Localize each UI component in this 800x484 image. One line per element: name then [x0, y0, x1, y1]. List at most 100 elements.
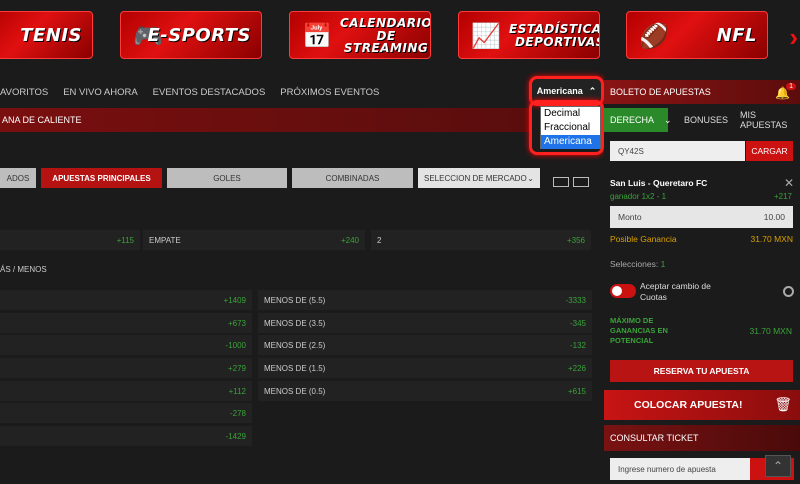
chevron-up-icon: ⌃ [588, 85, 597, 96]
promo-text: ANA DE CALIENTE [2, 115, 82, 125]
nav-item-favoritos[interactable]: AVORITOS [0, 87, 48, 98]
betslip: BOLETO DE APUESTAS 🔔 1 DERECHA ⌄ BONUSES… [604, 78, 800, 484]
streaming-tile[interactable]: 📅 CALENDARIO DE STREAMING [289, 11, 431, 59]
market-row-away[interactable]: 2 +356 [371, 230, 591, 250]
place-bet-button[interactable]: COLOCAR APUESTA! [604, 390, 800, 420]
nav-item-destacados[interactable]: EVENTOS DESTACADOS [153, 87, 266, 98]
nav-item-proximos[interactable]: PRÓXIMOS EVENTOS [280, 87, 379, 98]
ticket-number-input[interactable]: Ingrese numero de apuesta [610, 458, 750, 480]
close-icon[interactable]: ✕ [784, 176, 794, 190]
gain-label: Posible Ganancia [610, 234, 677, 244]
stake-input[interactable]: Monto 10.00 [610, 206, 793, 228]
stake-label: Monto [618, 212, 642, 222]
under-odd: -3333 [565, 295, 586, 305]
draw-label: EMPATE [149, 235, 181, 245]
accept-line-2: Cuotas [640, 292, 667, 302]
reserve-bet-button[interactable]: RESERVA TU APUESTA [610, 360, 793, 382]
table-row[interactable]: -278 [0, 403, 252, 423]
tab-bonuses[interactable]: BONUSES [684, 108, 728, 132]
esports-tile[interactable]: 🎮 E-SPORTS [120, 11, 262, 59]
max-line-3: POTENCIAL [610, 336, 654, 345]
scroll-top-button[interactable]: ⌃ [765, 455, 791, 477]
tab-todos[interactable]: ADOS [0, 168, 36, 188]
two-column-icon[interactable] [573, 177, 589, 187]
under-odd: +226 [567, 363, 586, 373]
odd-home: +115 [116, 235, 134, 245]
totals-title: ÁS / MENOS [0, 265, 47, 274]
selections-number: 1 [660, 259, 666, 269]
market-select[interactable]: SELECCION DE MERCADO ⌄ [418, 168, 540, 188]
table-row[interactable]: +673 [0, 313, 252, 333]
promo-bar[interactable]: ANA DE CALIENTE [0, 108, 530, 132]
match-name: San Luis - Queretaro FC [610, 178, 708, 188]
under-label: MENOS DE (0.5) [264, 386, 326, 396]
football-icon: 🏈 [639, 23, 669, 50]
over-odd: +279 [227, 363, 246, 373]
top-nav: AVORITOS EN VIVO AHORA EVENTOS DESTACADO… [0, 80, 604, 104]
under-odd: +615 [567, 386, 586, 396]
odds-option-americana[interactable]: Americana [541, 135, 600, 149]
under-label: MENOS DE (5.5) [264, 295, 326, 305]
table-row[interactable]: MENOS DE (0.5) +615 [258, 381, 592, 401]
table-row[interactable]: MENOS DE (5.5) -3333 [258, 290, 592, 310]
nav-item-en-vivo[interactable]: EN VIVO AHORA [63, 87, 137, 98]
max-line-1: MÁXIMO DE [610, 316, 654, 325]
info-icon[interactable] [783, 286, 794, 297]
selections-label: Selecciones: [610, 259, 659, 269]
selections-count: Selecciones: 1 [610, 259, 665, 269]
odds-option-decimal[interactable]: Decimal [541, 107, 600, 121]
betslip-header[interactable]: BOLETO DE APUESTAS 🔔 1 [604, 80, 800, 104]
nfl-tile[interactable]: 🏈 NFL [626, 11, 768, 59]
chevron-right-icon[interactable]: › [789, 22, 798, 53]
consult-ticket-header[interactable]: CONSULTAR TICKET [604, 425, 800, 451]
tab-derecha[interactable]: DERECHA ⌄ [604, 108, 672, 132]
selection-odd: +217 [773, 192, 792, 201]
accept-odds-toggle[interactable] [610, 284, 636, 298]
market-row-home[interactable]: +115 [0, 230, 140, 250]
table-row[interactable]: -1000 [0, 335, 252, 355]
over-odd: +673 [227, 318, 246, 328]
tab-apuestas-principales[interactable]: APUESTAS PRINCIPALES [41, 168, 162, 188]
tab-mis-apuestas[interactable]: MIS APUESTAS [740, 108, 800, 132]
tab-combinadas[interactable]: COMBINADAS [292, 168, 413, 188]
tab-derecha-label: DERECHA [610, 115, 655, 125]
market-select-label: SELECCION DE MERCADO [424, 173, 527, 183]
trash-icon[interactable]: 🗑 [774, 396, 792, 413]
max-line-2: GANANCIAS EN [610, 326, 668, 335]
cargar-button[interactable]: CARGAR [746, 141, 793, 161]
over-odd: +1409 [223, 295, 246, 305]
accept-line-1: Aceptar cambio de [640, 281, 711, 291]
odd-away: +356 [566, 235, 585, 245]
chevron-down-icon: ⌄ [527, 173, 534, 183]
single-column-icon[interactable] [553, 177, 569, 187]
chevron-up-icon: ⌃ [772, 459, 784, 473]
odds-format-button[interactable]: Americana ⌃ [529, 76, 604, 106]
table-row[interactable]: +279 [0, 358, 252, 378]
stats-tile[interactable]: 📈 ESTADÍSTICAS DEPORTIVAS [458, 11, 600, 59]
under-odd: -132 [569, 340, 586, 350]
under-label: MENOS DE (1.5) [264, 363, 326, 373]
under-label: MENOS DE (3.5) [264, 318, 326, 328]
max-gain-value: 31.70 MXN [749, 326, 792, 336]
away-label: 2 [377, 235, 382, 245]
tab-goles[interactable]: GOLES [167, 168, 287, 188]
table-row[interactable]: MENOS DE (2.5) -132 [258, 335, 592, 355]
odds-format-value: Americana [536, 86, 583, 96]
booking-code-input[interactable]: QY42S [610, 141, 745, 161]
market-row-draw[interactable]: EMPATE +240 [143, 230, 365, 250]
table-row[interactable]: MENOS DE (1.5) +226 [258, 358, 592, 378]
view-toggle [553, 174, 593, 192]
tile-label: CALENDARIO DE STREAMING [340, 16, 431, 56]
sports-banner: TENIS 🎮 E-SPORTS 📅 CALENDARIO DE STREAMI… [0, 0, 800, 70]
under-label: MENOS DE (2.5) [264, 340, 326, 350]
betslip-title: BOLETO DE APUESTAS [610, 87, 711, 97]
odds-option-fraccional[interactable]: Fraccional [541, 121, 600, 135]
table-row[interactable]: -1429 [0, 426, 252, 446]
under-odd: -345 [569, 318, 586, 328]
over-odd: -1429 [225, 431, 246, 441]
table-row[interactable]: +1409 [0, 290, 252, 310]
tennis-tile[interactable]: TENIS [0, 11, 93, 59]
table-row[interactable]: +112 [0, 381, 252, 401]
table-row[interactable]: MENOS DE (3.5) -345 [258, 313, 592, 333]
notification-badge: 1 [786, 83, 796, 90]
